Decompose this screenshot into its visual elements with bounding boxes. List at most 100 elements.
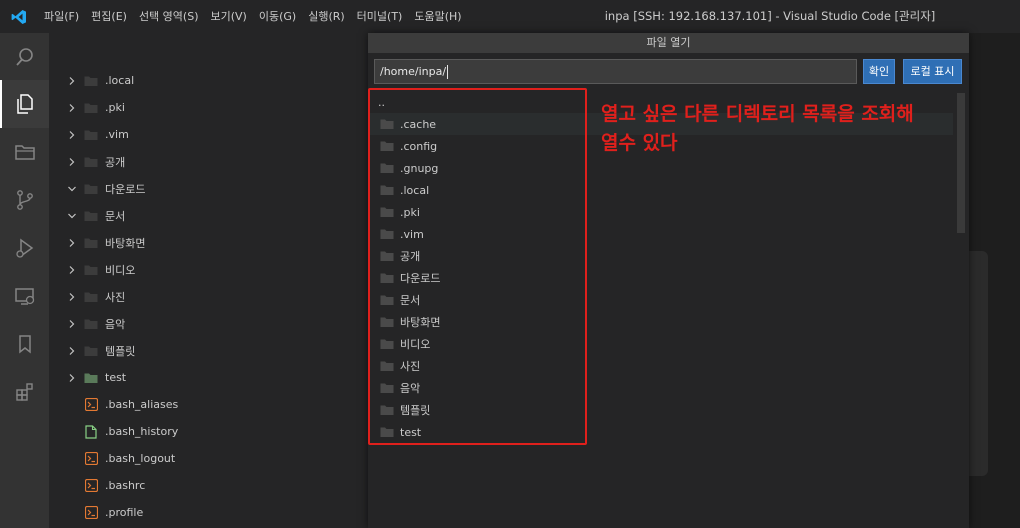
shell-file-icon [84, 479, 98, 493]
chevron-down-icon [67, 183, 77, 195]
menu-item[interactable]: 터미널(T) [351, 0, 409, 33]
show-local-button[interactable]: 로컬 표시 [903, 59, 962, 84]
explorer-item-label: .bash_logout [105, 452, 176, 465]
window-title: inpa [SSH: 192.168.137.101] - Visual Stu… [604, 9, 936, 23]
explorer-item[interactable]: test [49, 364, 385, 391]
chevron-right-icon [67, 291, 77, 303]
folder-icon [84, 74, 98, 88]
menu-item[interactable]: 파일(F) [38, 0, 85, 33]
explorer-item[interactable]: .bashrc [49, 472, 385, 499]
folder-icon [84, 182, 98, 196]
file-list-item[interactable]: 문서 [368, 289, 953, 311]
text-caret [447, 65, 449, 79]
run-debug-icon[interactable] [0, 224, 49, 272]
explorer-item[interactable]: .bash_aliases [49, 391, 385, 418]
file-list-item[interactable]: .local [368, 179, 953, 201]
chevron-right-icon [67, 156, 77, 168]
explorer-item-label: .pki [105, 101, 125, 114]
explorer-item[interactable]: .vim [49, 121, 385, 148]
explorer-item-label: 문서 [105, 209, 126, 223]
file-list-item[interactable]: .vim [368, 223, 953, 245]
explorer-item-label: 바탕화면 [105, 236, 146, 250]
chevron-right-icon [67, 75, 77, 87]
chevron-right-icon [67, 102, 77, 114]
annotation-text: 열고 싶은 다른 디렉토리 목록을 조회해 열수 있다 [601, 100, 1001, 158]
folder-icon [380, 315, 396, 329]
folder-icon [380, 381, 396, 395]
menu-item[interactable]: 보기(V) [204, 0, 252, 33]
file-list-item-label: .vim [400, 227, 424, 241]
folder-icon [380, 139, 396, 153]
file-list-item[interactable]: 공개 [368, 245, 953, 267]
menu-bar: 파일(F) 편집(E) 선택 영역(S) 보기(V) 이동(G) 실행(R) 터미널(T) 도… [38, 0, 468, 33]
source-control-icon[interactable] [0, 176, 49, 224]
file-list-item[interactable]: .gnupg [368, 157, 953, 179]
explorer-item[interactable]: .pki [49, 94, 385, 121]
path-input-value: /home/inpa/ [380, 65, 447, 78]
files-icon[interactable] [0, 80, 49, 128]
chevron-right-icon [67, 372, 77, 384]
menu-item[interactable]: 실행(R) [302, 0, 350, 33]
folder-icon [380, 337, 396, 351]
folder-icon [380, 227, 396, 241]
explorer-item[interactable]: 사진 [49, 283, 385, 310]
file-list-item[interactable]: 비디오 [368, 333, 953, 355]
explorer-item[interactable]: 음악 [49, 310, 385, 337]
folder-icon[interactable] [0, 128, 49, 176]
ok-button[interactable]: 확인 [863, 59, 895, 84]
file-list-item[interactable]: .pki [368, 201, 953, 223]
title-bar: 파일(F) 편집(E) 선택 영역(S) 보기(V) 이동(G) 실행(R) 터미널(T) 도… [0, 0, 1020, 33]
file-list-item[interactable]: 템플릿 [368, 399, 953, 421]
explorer-item-label: .bash_aliases [105, 398, 179, 411]
remote-explorer-icon[interactable] [0, 272, 49, 320]
menu-item[interactable]: 선택 영역(S) [133, 0, 205, 33]
explorer-item[interactable]: .profile [49, 499, 385, 526]
explorer-item-label: .bash_history [105, 425, 179, 438]
explorer-item-label: 음악 [105, 317, 126, 331]
shell-file-icon [84, 506, 98, 520]
explorer-item[interactable]: .local [49, 67, 385, 94]
explorer-item-label: 비디오 [105, 263, 136, 277]
explorer-item[interactable]: .bash_logout [49, 445, 385, 472]
file-list-item[interactable]: 다운로드 [368, 267, 953, 289]
folder-icon [84, 209, 98, 223]
path-input[interactable]: /home/inpa/ [374, 59, 857, 84]
explorer-item[interactable]: 템플릿 [49, 337, 385, 364]
extensions-icon[interactable] [0, 368, 49, 416]
file-list-item[interactable]: 바탕화면 [368, 311, 953, 333]
file-list-item-label: 다운로드 [400, 272, 441, 285]
file-list-item[interactable]: test [368, 421, 953, 443]
folder-icon [84, 236, 98, 250]
menu-item[interactable]: 도움말(H) [408, 0, 467, 33]
file-list-item-label: 사진 [400, 360, 421, 373]
folder-icon [380, 425, 396, 439]
folder-icon [380, 249, 396, 263]
menu-item[interactable]: 이동(G) [253, 0, 302, 33]
explorer-item[interactable]: .bash_history [49, 418, 385, 445]
menu-item[interactable]: 편집(E) [85, 0, 133, 33]
activity-bar [0, 33, 49, 528]
explorer-item-label: .local [105, 74, 135, 87]
explorer-item[interactable]: 공개 [49, 148, 385, 175]
file-list-item-label: 공개 [400, 250, 421, 263]
search-icon[interactable] [0, 33, 49, 81]
explorer-item[interactable]: 문서 [49, 202, 385, 229]
file-list-item[interactable]: 음악 [368, 377, 953, 399]
bookmark-icon[interactable] [0, 320, 49, 368]
vscode-logo-icon [0, 0, 38, 33]
folder-icon [84, 263, 98, 277]
explorer-item[interactable]: 바탕화면 [49, 229, 385, 256]
file-list-item-label: .local [400, 183, 430, 197]
folder-icon [380, 161, 396, 175]
folder-icon [84, 371, 98, 385]
explorer-item-label: 템플릿 [105, 344, 136, 358]
dialog-title: 파일 열기 [368, 33, 969, 53]
chevron-down-icon [67, 210, 77, 222]
folder-icon [84, 155, 98, 169]
annotation-line-1: 열고 싶은 다른 디렉토리 목록을 조회해 [601, 103, 914, 125]
folder-icon [84, 290, 98, 304]
explorer-item[interactable]: 비디오 [49, 256, 385, 283]
explorer-item[interactable]: 다운로드 [49, 175, 385, 202]
file-list-item-label: 바탕화면 [400, 316, 441, 329]
file-list-item[interactable]: 사진 [368, 355, 953, 377]
